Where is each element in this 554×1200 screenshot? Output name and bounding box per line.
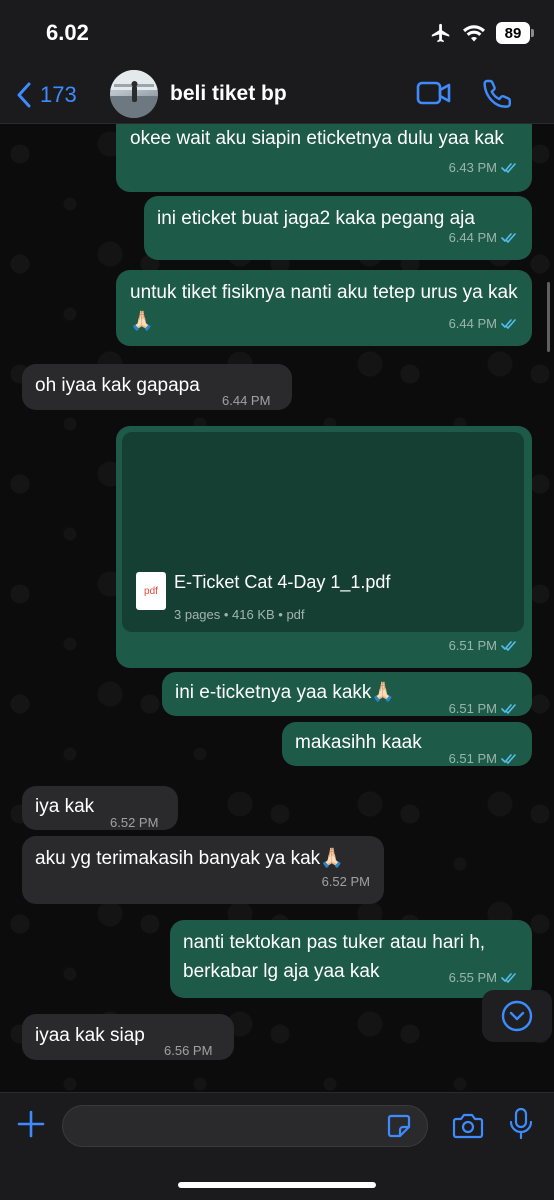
chat-messages[interactable]: okee wait aku siapin eticketnya dulu yaa… — [0, 124, 554, 1092]
message-bubble-outgoing[interactable]: ini eticket buat jaga2 kaka pegang aja 6… — [144, 196, 532, 260]
chat-header: 173 beli tiket bp — [0, 66, 554, 124]
message-bubble-incoming[interactable]: iyaa kak siap 6.56 PM — [22, 1014, 234, 1060]
message-bubble-incoming[interactable]: iya kak 6.52 PM — [22, 786, 178, 830]
wifi-icon — [463, 25, 485, 42]
double-check-icon — [501, 754, 516, 764]
avatar[interactable] — [110, 70, 158, 118]
status-icons: 89 — [430, 20, 534, 46]
double-check-icon — [501, 233, 516, 243]
back-unread-count: 173 — [40, 82, 77, 107]
message-meta: 6.43 PM — [449, 153, 518, 182]
message-bubble-incoming[interactable]: oh iyaa kak gapapa 6.44 PM — [22, 364, 292, 410]
message-meta: 6.51 PM — [449, 694, 518, 723]
message-time: 6.52 PM — [110, 815, 159, 830]
home-indicator[interactable] — [178, 1182, 376, 1188]
scrollbar[interactable] — [547, 282, 550, 352]
microphone-icon[interactable] — [508, 1107, 534, 1141]
message-time: 6.51 PM — [448, 638, 497, 653]
status-bar: 6.02 89 — [0, 0, 554, 66]
message-time: 6.44 PM — [448, 230, 497, 245]
back-button[interactable]: 173 — [16, 78, 77, 112]
message-time: 6.44 PM — [448, 316, 497, 331]
message-input[interactable] — [62, 1105, 428, 1147]
message-time: 6.51 PM — [448, 701, 497, 716]
message-time: 6.52 PM — [321, 874, 370, 889]
message-text: makasihh kaak — [295, 732, 422, 753]
document-message[interactable]: pdf E-Ticket Cat 4-Day 1_1.pdf 3 pages •… — [116, 426, 532, 668]
airplane-icon — [431, 23, 450, 43]
document-name: E-Ticket Cat 4-Day 1_1.pdf — [174, 572, 391, 592]
message-bubble-outgoing[interactable]: untuk tiket fisiknya nanti aku tetep uru… — [116, 270, 532, 346]
plus-icon[interactable] — [16, 1109, 46, 1139]
message-meta: 6.44 PM — [449, 223, 518, 252]
double-check-icon — [501, 319, 516, 329]
double-check-icon — [501, 973, 516, 983]
message-meta: 6.52 PM — [322, 867, 370, 896]
message-time: 6.43 PM — [448, 160, 497, 175]
message-time: 6.51 PM — [448, 751, 497, 766]
document-info: 3 pages • 416 KB • pdf — [174, 607, 305, 622]
pdf-file-icon: pdf — [136, 572, 166, 610]
status-time: 6.02 — [46, 20, 89, 45]
message-meta: 6.56 PM — [164, 1036, 212, 1065]
message-bubble-outgoing[interactable]: nanti tektokan pas tuker atau hari h, be… — [170, 920, 532, 998]
message-text: ini e-ticketnya yaa kakk🙏🏻 — [175, 682, 396, 703]
message-meta: 6.52 PM — [110, 808, 158, 837]
message-meta: 6.51 PM — [449, 631, 518, 660]
message-meta: 6.44 PM — [222, 386, 270, 415]
message-bubble-outgoing[interactable]: ini e-ticketnya yaa kakk🙏🏻 6.51 PM — [162, 672, 532, 716]
message-bubble-outgoing[interactable]: okee wait aku siapin eticketnya dulu yaa… — [116, 124, 532, 192]
message-text: iya kak — [35, 796, 95, 817]
battery-level: 89 — [496, 22, 534, 44]
camera-icon[interactable] — [452, 1111, 484, 1141]
double-check-icon — [501, 641, 516, 651]
chat-title[interactable]: beli tiket bp — [170, 82, 287, 106]
message-text: oh iyaa kak gapapa — [35, 375, 200, 396]
message-text: aku yg terimakasih banyak ya kak🙏🏻 — [35, 848, 344, 869]
message-time: 6.56 PM — [164, 1043, 213, 1058]
back-chevron-icon — [17, 82, 31, 108]
scroll-down-button[interactable] — [482, 990, 552, 1042]
double-check-icon — [501, 704, 516, 714]
document-preview[interactable]: pdf E-Ticket Cat 4-Day 1_1.pdf 3 pages •… — [122, 432, 524, 632]
video-call-icon[interactable] — [416, 78, 452, 108]
sticker-icon[interactable] — [386, 1113, 412, 1139]
message-time: 6.55 PM — [448, 970, 497, 985]
message-time: 6.44 PM — [222, 393, 271, 408]
message-bubble-incoming[interactable]: aku yg terimakasih banyak ya kak🙏🏻 6.52 … — [22, 836, 384, 904]
message-meta: 6.55 PM — [449, 963, 518, 992]
message-meta: 6.51 PM — [449, 744, 518, 773]
phone-icon[interactable] — [482, 78, 514, 110]
message-text: iyaa kak siap — [35, 1025, 145, 1046]
scroll-down-icon — [501, 1000, 533, 1032]
double-check-icon — [501, 163, 516, 173]
message-meta: 6.44 PM — [449, 309, 518, 338]
message-bubble-outgoing[interactable]: makasihh kaak 6.51 PM — [282, 722, 532, 766]
message-text: ini eticket buat jaga2 kaka pegang aja — [157, 208, 475, 229]
message-text: okee wait aku siapin eticketnya dulu yaa… — [130, 128, 504, 149]
